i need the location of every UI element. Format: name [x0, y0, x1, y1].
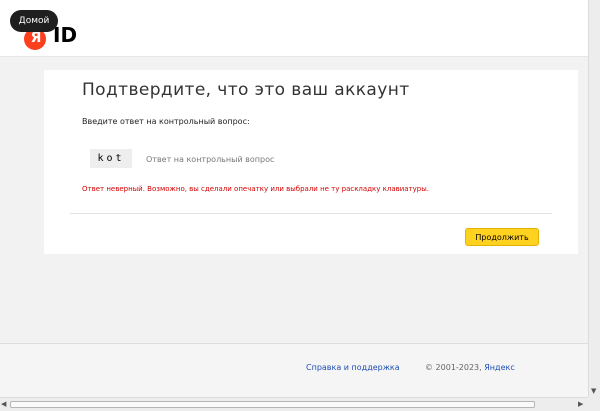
scroll-right-icon[interactable]: ▶ [578, 400, 583, 408]
answer-input[interactable]: kot [90, 149, 132, 168]
footer: Справка и поддержка © 2001-2023, Яндекс [0, 344, 588, 397]
id-logo-text[interactable]: ID [53, 23, 77, 47]
scroll-down-icon[interactable]: ▼ [591, 387, 596, 395]
scroll-left-icon[interactable]: ◀ [1, 400, 6, 408]
home-tooltip: Домой [10, 10, 58, 32]
yandex-link[interactable]: Яндекс [484, 363, 514, 372]
verification-card: Подтвердите, что это ваш аккаунт Введите… [44, 70, 578, 254]
horizontal-scroll-thumb[interactable] [10, 401, 535, 408]
header: Я ID Домой [0, 0, 588, 57]
copyright-text: © 2001-2023, [425, 363, 482, 372]
page-title: Подтвердите, что это ваш аккаунт [82, 80, 410, 100]
scrollbar-corner [588, 397, 600, 411]
answer-label: Ответ на контрольный вопрос [146, 155, 275, 164]
continue-button[interactable]: Продолжить [465, 228, 539, 246]
copyright: © 2001-2023, Яндекс [425, 363, 515, 372]
answer-value[interactable]: kot [97, 153, 124, 164]
horizontal-scrollbar[interactable]: ◀ ▶ [0, 397, 588, 411]
question-prompt: Введите ответ на контрольный вопрос: [82, 117, 250, 126]
divider [70, 213, 552, 214]
error-message: Ответ неверный. Возможно, вы сделали опе… [82, 185, 430, 193]
help-support-link[interactable]: Справка и поддержка [306, 363, 400, 372]
vertical-scrollbar[interactable]: ▼ [588, 0, 600, 397]
